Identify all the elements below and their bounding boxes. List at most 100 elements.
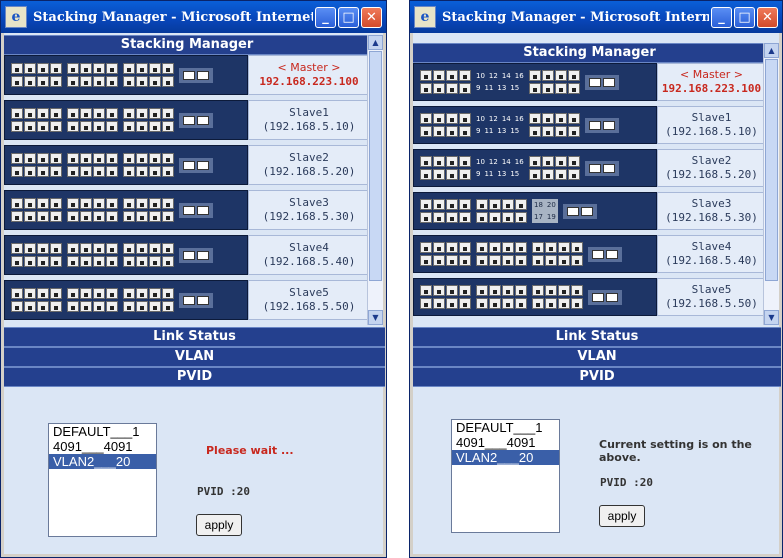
switch-panel[interactable]: 10 12 14 16 9 11 13 15 (413, 106, 657, 144)
port-icon[interactable] (37, 211, 49, 222)
port-icon[interactable] (24, 256, 36, 267)
port-icon[interactable] (162, 301, 174, 312)
sfp-port-icon[interactable] (606, 249, 618, 259)
port-icon[interactable] (93, 63, 105, 74)
port-icon[interactable] (136, 198, 148, 209)
port-icon[interactable] (515, 199, 527, 210)
switch-panel[interactable]: 18 20 17 19 (413, 192, 657, 230)
sfp-port-icon[interactable] (602, 163, 615, 173)
port-icon[interactable] (528, 156, 541, 167)
port-icon[interactable] (162, 63, 174, 74)
sfp-port-icon[interactable] (588, 163, 601, 173)
port-icon[interactable] (50, 153, 62, 164)
port-icon[interactable] (11, 211, 23, 222)
port-icon[interactable] (93, 256, 105, 267)
sfp-port-icon[interactable] (197, 70, 209, 80)
port-icon[interactable] (37, 166, 49, 177)
port-icon[interactable] (93, 153, 105, 164)
switch-panel[interactable] (4, 145, 248, 185)
port-icon[interactable] (149, 121, 161, 132)
port-icon[interactable] (567, 126, 580, 137)
port-icon[interactable] (162, 198, 174, 209)
port-icon[interactable] (50, 243, 62, 254)
port-icon[interactable] (93, 121, 105, 132)
port-icon[interactable] (554, 126, 567, 137)
port-icon[interactable] (459, 212, 471, 223)
port-icon[interactable] (93, 301, 105, 312)
port-icon[interactable] (24, 243, 36, 254)
port-icon[interactable] (541, 169, 554, 180)
port-icon[interactable] (433, 285, 445, 296)
port-icon[interactable] (459, 242, 471, 253)
port-icon[interactable] (433, 255, 445, 266)
port-icon[interactable] (162, 166, 174, 177)
port-icon[interactable] (532, 255, 544, 266)
port-icon[interactable] (162, 288, 174, 299)
port-icon[interactable] (67, 256, 79, 267)
port-icon[interactable] (11, 121, 23, 132)
port-icon[interactable] (37, 108, 49, 119)
port-icon[interactable] (67, 153, 79, 164)
port-icon[interactable] (567, 70, 580, 81)
stack-unit-slave[interactable]: Slave5 (192.168.5.50) (4, 280, 370, 320)
port-icon[interactable] (93, 166, 105, 177)
port-icon[interactable] (80, 153, 92, 164)
port-icon[interactable] (446, 298, 458, 309)
unit-label[interactable]: Slave3 (192.168.5.30) (248, 190, 370, 230)
switch-panel[interactable]: 10 12 14 16 9 11 13 15 (413, 149, 657, 187)
scroll-thumb[interactable] (765, 59, 778, 281)
port-icon[interactable] (149, 76, 161, 87)
port-icon[interactable] (67, 76, 79, 87)
port-icon[interactable] (93, 211, 105, 222)
port-icon[interactable] (136, 63, 148, 74)
port-icon[interactable] (433, 83, 445, 94)
port-icon[interactable] (420, 83, 432, 94)
port-icon[interactable] (515, 212, 527, 223)
port-icon[interactable] (11, 301, 23, 312)
switch-panel[interactable] (413, 235, 657, 273)
sfp-port-icon[interactable] (183, 295, 195, 305)
port-icon[interactable] (93, 108, 105, 119)
port-icon[interactable] (502, 285, 514, 296)
port-icon[interactable] (446, 242, 458, 253)
port-icon[interactable] (67, 198, 79, 209)
sfp-port-icon[interactable] (197, 115, 209, 125)
port-icon[interactable] (554, 70, 567, 81)
port-icon[interactable] (489, 285, 501, 296)
port-icon[interactable] (489, 212, 501, 223)
port-icon[interactable] (11, 198, 23, 209)
sfp-port-icon[interactable] (592, 292, 604, 302)
port-icon[interactable] (80, 288, 92, 299)
unit-label[interactable]: Slave4 (192.168.5.40) (248, 235, 370, 275)
port-icon[interactable] (420, 199, 432, 210)
port-icon[interactable] (446, 199, 458, 210)
port-icon[interactable] (532, 242, 544, 253)
port-icon[interactable] (558, 242, 570, 253)
port-icon[interactable] (528, 70, 541, 81)
port-icon[interactable] (50, 108, 62, 119)
apply-button[interactable]: apply (599, 505, 645, 527)
port-icon[interactable] (106, 256, 118, 267)
port-icon[interactable] (123, 211, 135, 222)
unit-label[interactable]: < Master >192.168.223.100 (657, 63, 766, 101)
port-icon[interactable] (420, 285, 432, 296)
sfp-port-icon[interactable] (588, 120, 601, 130)
port-icon[interactable] (106, 198, 118, 209)
port-icon[interactable] (106, 288, 118, 299)
scroll-up-icon[interactable]: ▲ (764, 43, 779, 58)
port-icon[interactable] (459, 156, 471, 167)
port-icon[interactable] (50, 166, 62, 177)
port-icon[interactable] (106, 121, 118, 132)
stack-unit-slave[interactable]: Slave4 (192.168.5.40) (4, 235, 370, 275)
port-icon[interactable] (11, 153, 23, 164)
port-icon[interactable] (123, 63, 135, 74)
port-icon[interactable] (80, 198, 92, 209)
port-icon[interactable] (106, 63, 118, 74)
port-icon[interactable] (459, 113, 471, 124)
pvid-menu[interactable]: PVID (4, 367, 385, 387)
port-icon[interactable] (106, 108, 118, 119)
port-icon[interactable] (123, 108, 135, 119)
port-icon[interactable] (37, 198, 49, 209)
port-icon[interactable] (123, 153, 135, 164)
sfp-port-icon[interactable] (566, 206, 579, 216)
